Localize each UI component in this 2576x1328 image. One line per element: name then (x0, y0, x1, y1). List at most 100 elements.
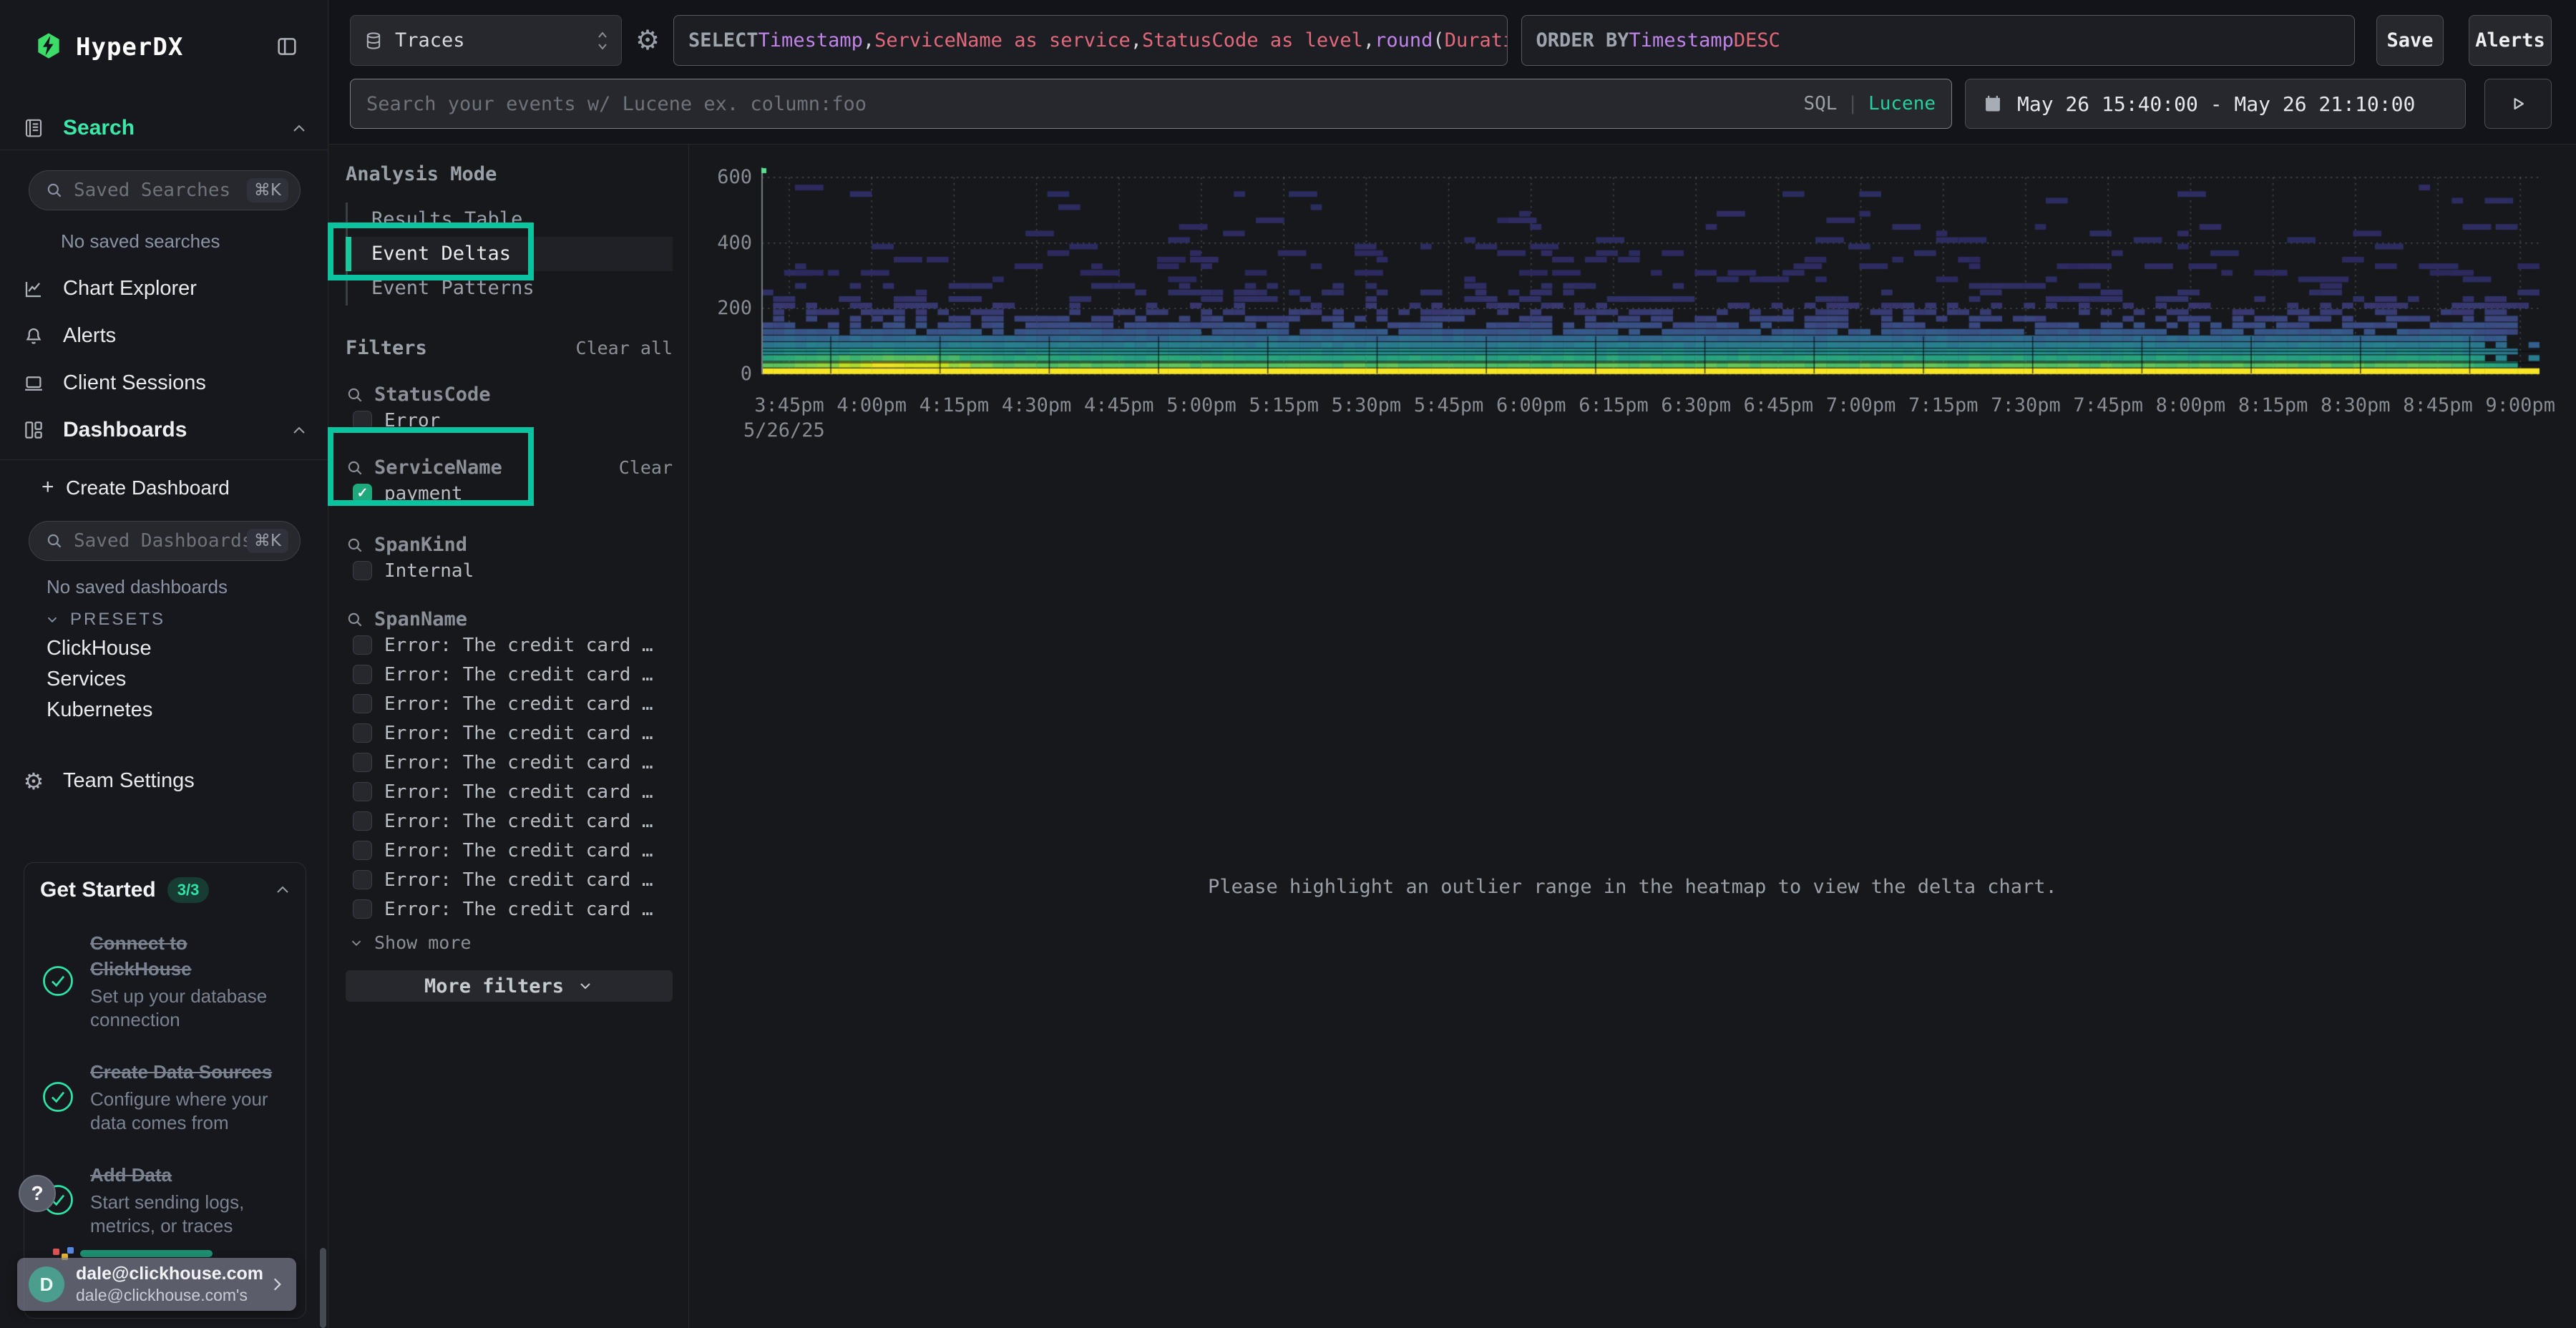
filter-option[interactable]: ✓ Error: The credit card … (353, 865, 673, 894)
filter-option[interactable]: ✓ Error: The credit card … (353, 718, 673, 748)
clear-filter-link[interactable]: Clear (619, 457, 673, 478)
order-by-editor[interactable]: ORDER BY Timestamp DESC (1521, 15, 2356, 66)
checkbox[interactable]: ✓ (353, 899, 372, 919)
sidebar-item-search[interactable]: Search (0, 112, 328, 146)
event-search-box[interactable]: SQL | Lucene (350, 79, 1952, 129)
get-started-item[interactable]: Add Data Start sending logs, metrics, or… (24, 1162, 306, 1238)
saved-dashboards-field[interactable] (74, 530, 247, 552)
sidebar-item-team-settings[interactable]: ⚙ Team Settings (0, 764, 328, 799)
sql-token: ( (1433, 29, 1444, 52)
chevron-down-icon (577, 977, 594, 995)
filter-option[interactable]: ✓ Error: The credit card … (353, 689, 673, 718)
saved-searches-field[interactable] (74, 180, 247, 201)
filter-option-label: Error: The credit card … (384, 811, 653, 832)
run-query-button[interactable] (2484, 79, 2552, 129)
sql-token: ServiceName as service (874, 29, 1131, 52)
sidebar-item-alerts[interactable]: Alerts (0, 319, 328, 353)
filter-option[interactable]: ✓ Error: The credit card … (353, 836, 673, 865)
show-more-link[interactable]: Show more (348, 932, 673, 953)
more-filters-button[interactable]: More filters (346, 970, 673, 1002)
saved-dashboards-input[interactable]: ⌘K (29, 521, 301, 561)
filter-option[interactable]: ✓ payment (353, 479, 673, 508)
plus-icon: + (42, 475, 54, 499)
create-dashboard-label: Create Dashboard (66, 477, 230, 499)
checkbox[interactable]: ✓ (353, 694, 372, 713)
x-tick-label: 8:15pm (2238, 394, 2308, 416)
time-range-picker[interactable]: May 26 15:40:00 - May 26 21:10:00 (1965, 79, 2466, 129)
sql-token: Timestamp (758, 29, 863, 52)
clear-all-link[interactable]: Clear all (576, 338, 673, 358)
confetti-fragment (53, 1249, 59, 1255)
filter-option[interactable]: ✓ Error: The credit card … (353, 894, 673, 924)
preset-item[interactable]: ClickHouse (47, 637, 152, 668)
delta-chart-empty-message: Please highlight an outlier range in the… (689, 876, 2576, 898)
sidebar-collapse-icon[interactable] (275, 34, 299, 59)
alerts-button[interactable]: Alerts (2469, 15, 2552, 66)
get-started-item[interactable]: Create Data Sources Configure where your… (24, 1059, 306, 1135)
checkbox[interactable]: ✓ (353, 665, 372, 684)
filter-option[interactable]: ✓ Error: The credit card … (353, 806, 673, 836)
checkbox[interactable]: ✓ (353, 753, 372, 772)
sidebar-item-chart-explorer[interactable]: Chart Explorer (0, 272, 328, 306)
search-icon[interactable] (346, 610, 364, 629)
heatmap-chart-area: 0200400600 3:45pm4:00pm4:15pm4:30pm4:45p… (689, 145, 2576, 1328)
checkbox[interactable]: ✓ (353, 484, 372, 503)
no-saved-searches-text: No saved searches (61, 230, 220, 253)
preset-item[interactable]: Kubernetes (47, 698, 152, 729)
checkbox[interactable]: ✓ (353, 870, 372, 889)
filter-group-name: ServiceName (374, 456, 502, 479)
filter-option[interactable]: ✓ Error: The credit card … (353, 748, 673, 777)
sidebar-item-dashboards[interactable]: Dashboards (0, 414, 328, 448)
user-menu[interactable]: D dale@clickhouse.com dale@clickhouse.co… (17, 1258, 296, 1311)
analysis-mode-tab[interactable]: Event Deltas (346, 237, 673, 271)
chevron-up-icon[interactable] (274, 882, 291, 899)
chevron-up-icon[interactable] (291, 120, 308, 137)
filter-option[interactable]: ✓ Error: The credit card … (353, 630, 673, 660)
presets-toggle[interactable]: PRESETS (44, 610, 165, 630)
checkbox[interactable]: ✓ (353, 411, 372, 430)
x-tick-label: 5:45pm (1414, 394, 1484, 416)
checkbox[interactable]: ✓ (353, 723, 372, 743)
source-settings-gear-icon[interactable]: ⚙ (622, 15, 673, 66)
checkbox[interactable]: ✓ (353, 782, 372, 801)
duration-heatmap-canvas[interactable] (689, 145, 2576, 467)
search-icon[interactable] (346, 386, 364, 404)
create-dashboard-button[interactable]: + Create Dashboard (0, 471, 328, 505)
sql-token: SELECT (688, 29, 758, 52)
filter-option[interactable]: ✓ Error: The credit card … (353, 777, 673, 806)
mode-sql[interactable]: SQL (1803, 93, 1837, 114)
preset-item[interactable]: Services (47, 668, 152, 698)
sidebar-item-client-sessions[interactable]: Client Sessions (0, 366, 328, 401)
help-button[interactable]: ? (19, 1175, 56, 1212)
checkbox[interactable]: ✓ (353, 561, 372, 580)
checkbox[interactable]: ✓ (353, 841, 372, 860)
x-tick-label: 4:15pm (919, 394, 990, 416)
sidebar-scrollbar-thumb[interactable] (320, 1248, 326, 1328)
filter-option[interactable]: ✓ Internal (353, 556, 673, 585)
search-icon[interactable] (346, 459, 364, 477)
search-icon[interactable] (346, 536, 364, 555)
checkbox[interactable]: ✓ (353, 635, 372, 655)
preset-list: ClickHouse Services Kubernetes (47, 637, 152, 729)
get-started-item-texts: Create Data Sources Configure where your… (90, 1059, 293, 1135)
sql-token: ORDER BY (1536, 29, 1629, 52)
calendar-icon (1983, 94, 2003, 114)
get-started-item[interactable]: Connect to ClickHouse Set up your databa… (24, 930, 306, 1032)
filter-option-label: Error: The credit card … (384, 635, 653, 656)
analysis-mode-tab[interactable]: Results Table (348, 202, 673, 237)
filter-option[interactable]: ✓ Error (353, 406, 673, 435)
get-started-header[interactable]: Get Started 3/3 (24, 863, 306, 903)
get-started-item-desc: Configure where your data comes from (90, 1088, 293, 1135)
sql-select-editor[interactable]: SELECT Timestamp, ServiceName as service… (673, 15, 1508, 66)
save-button[interactable]: Save (2376, 15, 2444, 66)
search-icon (45, 181, 64, 200)
checkbox[interactable]: ✓ (353, 811, 372, 831)
chevron-up-icon[interactable] (291, 422, 308, 439)
saved-searches-input[interactable]: ⌘K (29, 170, 301, 210)
mode-lucene[interactable]: Lucene (1868, 93, 1936, 114)
event-search-input[interactable] (366, 93, 1803, 115)
analysis-mode-tab[interactable]: Event Patterns (348, 271, 673, 306)
source-select[interactable]: Traces (350, 15, 622, 66)
filter-option[interactable]: ✓ Error: The credit card … (353, 660, 673, 689)
filter-option-label: Error: The credit card … (384, 781, 653, 803)
